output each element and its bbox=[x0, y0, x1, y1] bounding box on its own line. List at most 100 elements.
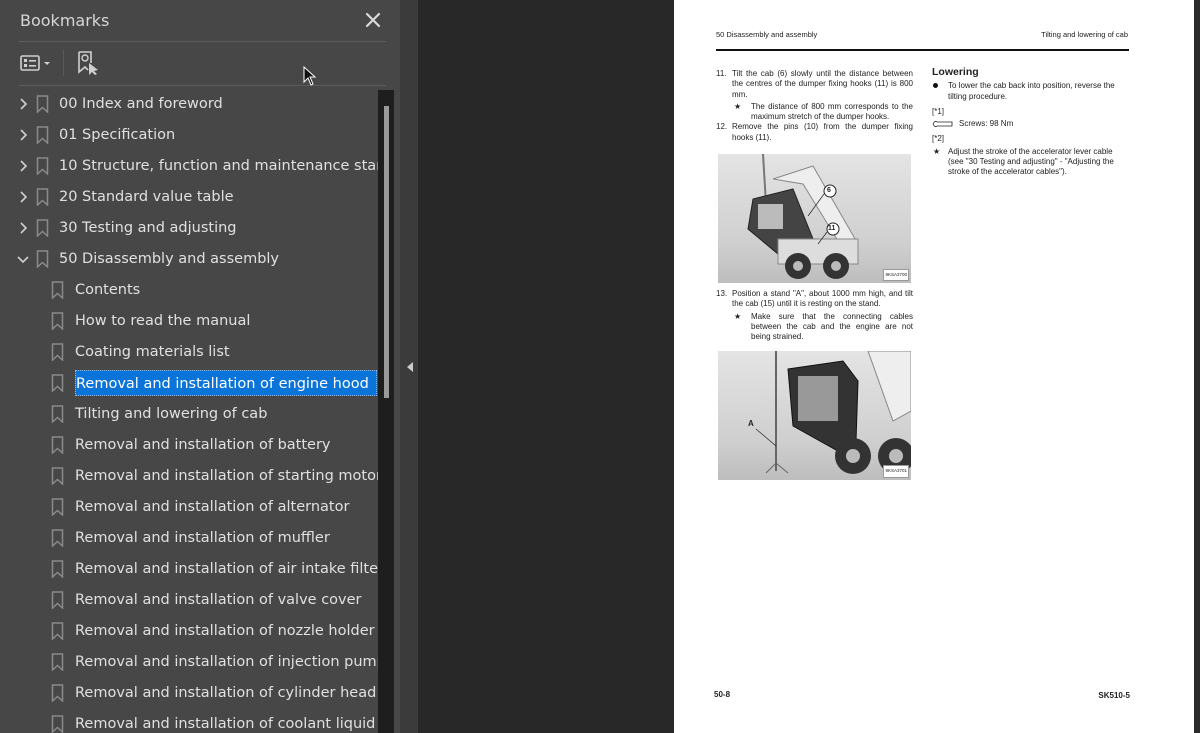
bookmark-item[interactable]: Removal and installation of muffler bbox=[0, 523, 378, 554]
bookmark-icon bbox=[36, 95, 49, 113]
reference-2: [*2] bbox=[932, 134, 945, 144]
bookmark-icon bbox=[51, 405, 64, 423]
bookmark-item[interactable]: Removal and installation of coolant liqu… bbox=[0, 709, 378, 733]
bookmark-label: Coating materials list bbox=[75, 344, 230, 360]
figure-code: 9KSA3701 bbox=[883, 465, 909, 478]
bookmark-options-button[interactable] bbox=[19, 53, 53, 73]
page-header-topic: Tilting and lowering of cab bbox=[1041, 30, 1128, 39]
bookmark-icon bbox=[51, 684, 64, 702]
bookmark-label: Removal and installation of alternator bbox=[75, 499, 350, 515]
bookmark-item[interactable]: Removal and installation of valve cover bbox=[0, 585, 378, 616]
figure-cab-tilting: 6 11 9KSA3700 bbox=[718, 154, 911, 284]
star-icon: ★ bbox=[933, 146, 941, 156]
skid-steer-illustration-2 bbox=[755, 350, 911, 474]
note-text: Make sure that the connecting cables bet… bbox=[751, 311, 913, 342]
bookmark-item[interactable]: 20 Standard value table bbox=[0, 182, 378, 213]
chevron-right-icon[interactable] bbox=[16, 159, 30, 173]
torque-spec: Screws: 98 Nm bbox=[932, 119, 1130, 129]
bookmark-item[interactable]: 01 Specification bbox=[0, 120, 378, 151]
model-number: SK510-5 bbox=[1098, 691, 1130, 700]
bookmark-item[interactable]: 00 Index and foreword bbox=[0, 89, 378, 120]
step-13: 13. Position a stand "A", about 1000 mm … bbox=[716, 289, 913, 310]
bookmark-item[interactable]: Tilting and lowering of cab bbox=[0, 399, 378, 430]
collapse-panel-button[interactable] bbox=[405, 360, 415, 374]
bookmark-item[interactable]: Contents bbox=[0, 275, 378, 306]
step-11: 11. Tilt the cab (6) slowly until the di… bbox=[716, 69, 913, 100]
step-number: 13. bbox=[716, 289, 728, 299]
viewer-scrollbar[interactable] bbox=[1194, 0, 1200, 733]
bookmark-item[interactable]: Removal and installation of nozzle holde… bbox=[0, 616, 378, 647]
bookmark-icon bbox=[36, 250, 49, 268]
bookmark-options-icon bbox=[20, 55, 50, 71]
bookmark-item[interactable]: Removal and installation of alternator bbox=[0, 492, 378, 523]
star-icon: ★ bbox=[734, 101, 742, 111]
chevron-right-icon[interactable] bbox=[16, 97, 30, 111]
bookmark-label: 01 Specification bbox=[59, 127, 176, 143]
callout-11: 11 bbox=[828, 225, 836, 233]
toolbar-separator bbox=[63, 50, 64, 76]
bookmark-label: 00 Index and foreword bbox=[59, 96, 223, 112]
step-text: Position a stand "A", about 1000 mm high… bbox=[732, 289, 913, 309]
bookmark-item[interactable]: Removal and installation of starting mot… bbox=[0, 461, 378, 492]
find-current-bookmark-icon bbox=[78, 51, 98, 75]
bookmark-label: Removal and installation of engine hood bbox=[75, 370, 377, 396]
step-text: Tilt the cab (6) slowly until the distan… bbox=[732, 69, 913, 99]
bookmark-label: 30 Testing and adjusting bbox=[59, 220, 237, 236]
note-text: Adjust the stroke of the accelerator lev… bbox=[948, 146, 1114, 177]
lowering-bullet: To lower the cab back into position, rev… bbox=[932, 81, 1130, 102]
bookmark-icon bbox=[51, 591, 64, 609]
bookmark-label: How to read the manual bbox=[75, 313, 251, 329]
left-column: 11. Tilt the cab (6) slowly until the di… bbox=[716, 69, 913, 486]
step-number: 11. bbox=[716, 69, 727, 78]
step-11-note: ★ The distance of 800 mm corresponds to … bbox=[716, 102, 913, 123]
bullet-icon bbox=[933, 83, 938, 89]
bookmark-item[interactable]: Removal and installation of cylinder hea… bbox=[0, 678, 378, 709]
accelerator-note: ★ Adjust the stroke of the accelerator l… bbox=[932, 147, 1130, 178]
toolbar-divider bbox=[19, 85, 386, 86]
bookmark-item[interactable]: Removal and installation of injection pu… bbox=[0, 647, 378, 678]
wrench-torque-icon bbox=[932, 121, 953, 128]
bookmark-label: Removal and installation of battery bbox=[75, 437, 331, 453]
bookmark-item[interactable]: Removal and installation of air intake f… bbox=[0, 554, 378, 585]
step-text: Remove the pins (10) from the dumper fix… bbox=[732, 122, 913, 142]
bookmark-icon bbox=[51, 467, 64, 485]
bookmark-label: Removal and installation of starting mot… bbox=[75, 468, 378, 484]
note-text: The distance of 800 mm corresponds to th… bbox=[751, 101, 913, 122]
bookmark-icon bbox=[51, 436, 64, 454]
bookmark-item[interactable]: Removal and installation of engine hood bbox=[0, 368, 378, 399]
bookmark-label: Removal and installation of nozzle holde… bbox=[75, 623, 375, 639]
bookmark-icon bbox=[51, 715, 64, 733]
bookmark-item[interactable]: How to read the manual bbox=[0, 306, 378, 337]
bookmark-item[interactable]: 30 Testing and adjusting bbox=[0, 213, 378, 244]
bookmark-item[interactable]: Removal and installation of battery bbox=[0, 430, 378, 461]
bookmark-label: Removal and installation of injection pu… bbox=[75, 654, 378, 670]
bookmark-item[interactable]: Coating materials list bbox=[0, 337, 378, 368]
close-panel-button[interactable] bbox=[362, 9, 384, 31]
chevron-right-icon[interactable] bbox=[16, 190, 30, 204]
bookmark-item[interactable]: 10 Structure, function and maintenance s… bbox=[0, 151, 378, 182]
caret-left-icon bbox=[407, 362, 413, 372]
scrollbar-thumb[interactable] bbox=[384, 106, 389, 398]
chevron-right-icon[interactable] bbox=[16, 221, 30, 235]
bookmark-label: Tilting and lowering of cab bbox=[75, 406, 268, 422]
bookmark-label: 10 Structure, function and maintenance s… bbox=[59, 158, 378, 174]
bookmark-icon bbox=[51, 343, 64, 361]
star-icon: ★ bbox=[734, 311, 742, 321]
skid-steer-illustration-1 bbox=[747, 154, 859, 280]
bookmark-icon bbox=[51, 653, 64, 671]
bookmark-label: 20 Standard value table bbox=[59, 189, 234, 205]
header-rule bbox=[716, 49, 1129, 51]
bookmark-label: Removal and installation of coolant liqu… bbox=[75, 716, 378, 732]
section-heading-lowering: Lowering bbox=[932, 66, 979, 78]
panel-title: Bookmarks bbox=[20, 11, 110, 30]
header-divider bbox=[19, 41, 386, 42]
find-current-bookmark-button[interactable] bbox=[75, 50, 99, 76]
bookmarks-panel: Bookmarks 00 Index and foreword 01 Specif… bbox=[0, 0, 401, 733]
chevron-right-icon[interactable] bbox=[16, 128, 30, 142]
bookmark-icon bbox=[36, 126, 49, 144]
right-column: Lowering To lower the cab back into posi… bbox=[932, 67, 1130, 178]
bookmark-icon bbox=[51, 374, 64, 392]
bookmark-icon bbox=[51, 281, 64, 299]
chevron-down-icon[interactable] bbox=[16, 252, 30, 266]
bookmark-item[interactable]: 50 Disassembly and assembly bbox=[0, 244, 378, 275]
